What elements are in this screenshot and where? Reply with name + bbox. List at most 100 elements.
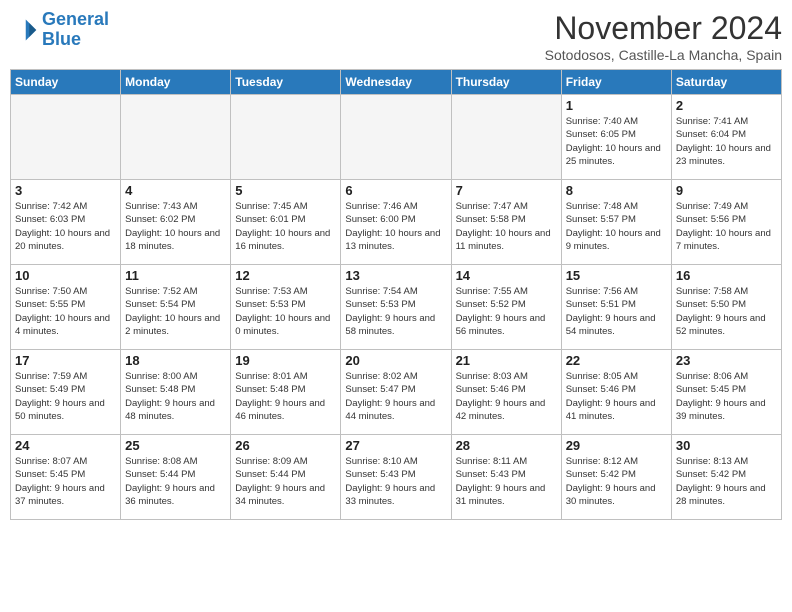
day-info: Sunrise: 7:41 AMSunset: 6:04 PMDaylight:… — [676, 115, 777, 168]
calendar-day-cell — [121, 95, 231, 180]
day-info: Sunrise: 7:56 AMSunset: 5:51 PMDaylight:… — [566, 285, 667, 338]
calendar-day-cell: 3Sunrise: 7:42 AMSunset: 6:03 PMDaylight… — [11, 180, 121, 265]
calendar-day-cell: 14 Sunrise: 7:55 AMSunset: 5:52 PMDayligh… — [451, 265, 561, 350]
day-number: 19 — [235, 353, 336, 368]
day-info: Sunrise: 8:00 AMSunset: 5:48 PMDaylight:… — [125, 370, 226, 423]
calendar-day-cell: 28 Sunrise: 8:11 AMSunset: 5:43 PMDayligh… — [451, 435, 561, 520]
day-info: Sunrise: 8:13 AMSunset: 5:42 PMDaylight:… — [676, 455, 777, 508]
day-number: 22 — [566, 353, 667, 368]
day-number: 16 — [676, 268, 777, 283]
calendar-day-cell: 16 Sunrise: 7:58 AMSunset: 5:50 PMDayligh… — [671, 265, 781, 350]
day-info: Sunrise: 7:46 AMSunset: 6:00 PMDaylight:… — [345, 200, 446, 253]
logo-blue: Blue — [42, 30, 109, 50]
day-info: Sunrise: 8:10 AMSunset: 5:43 PMDaylight:… — [345, 455, 446, 508]
day-info: Sunrise: 8:01 AMSunset: 5:48 PMDaylight:… — [235, 370, 336, 423]
day-number: 12 — [235, 268, 336, 283]
calendar-day-cell: 7 Sunrise: 7:47 AMSunset: 5:58 PMDaylight… — [451, 180, 561, 265]
calendar-day-cell: 5 Sunrise: 7:45 AMSunset: 6:01 PMDaylight… — [231, 180, 341, 265]
day-info: Sunrise: 7:49 AMSunset: 5:56 PMDaylight:… — [676, 200, 777, 253]
day-number: 28 — [456, 438, 557, 453]
calendar-day-cell: 9 Sunrise: 7:49 AMSunset: 5:56 PMDaylight… — [671, 180, 781, 265]
day-number: 11 — [125, 268, 226, 283]
day-number: 6 — [345, 183, 446, 198]
day-info: Sunrise: 7:48 AMSunset: 5:57 PMDaylight:… — [566, 200, 667, 253]
logo-icon — [10, 16, 38, 44]
calendar-day-cell: 1Sunrise: 7:40 AMSunset: 6:05 PMDaylight… — [561, 95, 671, 180]
logo: General Blue — [10, 10, 109, 50]
calendar-day-cell: 29 Sunrise: 8:12 AMSunset: 5:42 PMDayligh… — [561, 435, 671, 520]
calendar-day-cell: 23 Sunrise: 8:06 AMSunset: 5:45 PMDayligh… — [671, 350, 781, 435]
day-info: Sunrise: 7:47 AMSunset: 5:58 PMDaylight:… — [456, 200, 557, 253]
day-info: Sunrise: 8:03 AMSunset: 5:46 PMDaylight:… — [456, 370, 557, 423]
day-number: 26 — [235, 438, 336, 453]
day-info: Sunrise: 8:11 AMSunset: 5:43 PMDaylight:… — [456, 455, 557, 508]
calendar-day-cell: 18 Sunrise: 8:00 AMSunset: 5:48 PMDayligh… — [121, 350, 231, 435]
day-number: 20 — [345, 353, 446, 368]
location-subtitle: Sotodosos, Castille-La Mancha, Spain — [545, 47, 782, 63]
weekday-header: Monday — [121, 70, 231, 95]
calendar-day-cell — [231, 95, 341, 180]
day-info: Sunrise: 8:05 AMSunset: 5:46 PMDaylight:… — [566, 370, 667, 423]
day-number: 23 — [676, 353, 777, 368]
calendar-day-cell — [11, 95, 121, 180]
calendar-week-row: 24 Sunrise: 8:07 AMSunset: 5:45 PMDayligh… — [11, 435, 782, 520]
weekday-header: Saturday — [671, 70, 781, 95]
calendar-day-cell: 22 Sunrise: 8:05 AMSunset: 5:46 PMDayligh… — [561, 350, 671, 435]
day-number: 4 — [125, 183, 226, 198]
calendar-day-cell: 11 Sunrise: 7:52 AMSunset: 5:54 PMDayligh… — [121, 265, 231, 350]
weekday-header: Tuesday — [231, 70, 341, 95]
calendar-day-cell: 19 Sunrise: 8:01 AMSunset: 5:48 PMDayligh… — [231, 350, 341, 435]
day-info: Sunrise: 8:09 AMSunset: 5:44 PMDaylight:… — [235, 455, 336, 508]
day-number: 7 — [456, 183, 557, 198]
day-info: Sunrise: 7:42 AMSunset: 6:03 PMDaylight:… — [15, 200, 116, 253]
calendar-day-cell — [451, 95, 561, 180]
day-info: Sunrise: 7:43 AMSunset: 6:02 PMDaylight:… — [125, 200, 226, 253]
day-number: 13 — [345, 268, 446, 283]
day-info: Sunrise: 7:55 AMSunset: 5:52 PMDaylight:… — [456, 285, 557, 338]
weekday-header: Wednesday — [341, 70, 451, 95]
day-number: 27 — [345, 438, 446, 453]
calendar-day-cell: 4 Sunrise: 7:43 AMSunset: 6:02 PMDaylight… — [121, 180, 231, 265]
day-info: Sunrise: 8:06 AMSunset: 5:45 PMDaylight:… — [676, 370, 777, 423]
weekday-header: Friday — [561, 70, 671, 95]
calendar-table: SundayMondayTuesdayWednesdayThursdayFrid… — [10, 69, 782, 520]
day-info: Sunrise: 8:12 AMSunset: 5:42 PMDaylight:… — [566, 455, 667, 508]
calendar-day-cell: 13 Sunrise: 7:54 AMSunset: 5:53 PMDayligh… — [341, 265, 451, 350]
calendar-day-cell: 12Sunrise: 7:53 AMSunset: 5:53 PMDayligh… — [231, 265, 341, 350]
day-number: 15 — [566, 268, 667, 283]
calendar-day-cell: 21 Sunrise: 8:03 AMSunset: 5:46 PMDayligh… — [451, 350, 561, 435]
calendar-day-cell: 30Sunrise: 8:13 AMSunset: 5:42 PMDayligh… — [671, 435, 781, 520]
calendar-day-cell — [341, 95, 451, 180]
day-info: Sunrise: 7:52 AMSunset: 5:54 PMDaylight:… — [125, 285, 226, 338]
day-number: 29 — [566, 438, 667, 453]
day-number: 18 — [125, 353, 226, 368]
day-info: Sunrise: 7:58 AMSunset: 5:50 PMDaylight:… — [676, 285, 777, 338]
day-number: 21 — [456, 353, 557, 368]
calendar-day-cell: 10 Sunrise: 7:50 AMSunset: 5:55 PMDayligh… — [11, 265, 121, 350]
day-number: 9 — [676, 183, 777, 198]
day-info: Sunrise: 7:45 AMSunset: 6:01 PMDaylight:… — [235, 200, 336, 253]
title-block: November 2024 Sotodosos, Castille-La Man… — [545, 10, 782, 63]
calendar-day-cell: 26 Sunrise: 8:09 AMSunset: 5:44 PMDayligh… — [231, 435, 341, 520]
calendar-day-cell: 8Sunrise: 7:48 AMSunset: 5:57 PMDaylight… — [561, 180, 671, 265]
day-info: Sunrise: 7:50 AMSunset: 5:55 PMDaylight:… — [15, 285, 116, 338]
calendar-day-cell: 2Sunrise: 7:41 AMSunset: 6:04 PMDaylight… — [671, 95, 781, 180]
day-number: 5 — [235, 183, 336, 198]
calendar-day-cell: 6 Sunrise: 7:46 AMSunset: 6:00 PMDaylight… — [341, 180, 451, 265]
weekday-header: Sunday — [11, 70, 121, 95]
day-number: 14 — [456, 268, 557, 283]
calendar-week-row: 17Sunrise: 7:59 AMSunset: 5:49 PMDayligh… — [11, 350, 782, 435]
day-info: Sunrise: 8:07 AMSunset: 5:45 PMDaylight:… — [15, 455, 116, 508]
logo-general: General — [42, 9, 109, 29]
day-info: Sunrise: 7:54 AMSunset: 5:53 PMDaylight:… — [345, 285, 446, 338]
calendar-week-row: 10 Sunrise: 7:50 AMSunset: 5:55 PMDayligh… — [11, 265, 782, 350]
day-number: 10 — [15, 268, 116, 283]
calendar-day-cell: 15 Sunrise: 7:56 AMSunset: 5:51 PMDayligh… — [561, 265, 671, 350]
weekday-header: Thursday — [451, 70, 561, 95]
calendar-day-cell: 24 Sunrise: 8:07 AMSunset: 5:45 PMDayligh… — [11, 435, 121, 520]
page-header: General Blue November 2024 Sotodosos, Ca… — [10, 10, 782, 63]
day-number: 1 — [566, 98, 667, 113]
calendar-day-cell: 25Sunrise: 8:08 AMSunset: 5:44 PMDayligh… — [121, 435, 231, 520]
calendar-week-row: 3Sunrise: 7:42 AMSunset: 6:03 PMDaylight… — [11, 180, 782, 265]
day-number: 24 — [15, 438, 116, 453]
